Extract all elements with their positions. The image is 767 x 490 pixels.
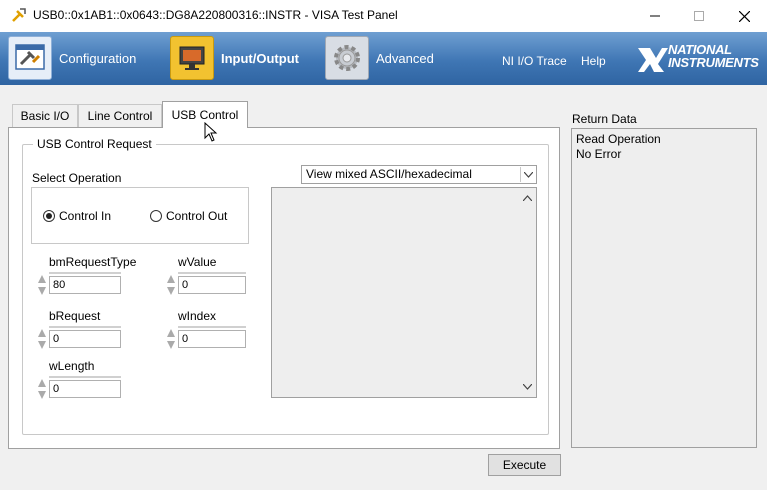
maximize-button[interactable] (676, 0, 722, 32)
group-title: USB Control Request (33, 137, 156, 151)
windex-spinner-icon[interactable] (166, 328, 176, 350)
brequest-label: bRequest (49, 309, 101, 323)
bmrequesttype-spinner-icon[interactable] (37, 274, 47, 296)
windex-label: wIndex (178, 309, 217, 323)
wvalue-label: wValue (178, 255, 217, 269)
wvalue-input[interactable]: 0 (178, 276, 246, 294)
view-mode-select[interactable]: View mixed ASCII/hexadecimal (301, 165, 537, 184)
monitor-icon (170, 36, 214, 80)
view-mode-value: View mixed ASCII/hexadecimal (306, 167, 472, 181)
radio-label: Control Out (166, 209, 228, 223)
label-underline (178, 272, 246, 274)
windex-input[interactable]: 0 (178, 330, 246, 348)
tab-label: Line Control (87, 109, 153, 123)
bmrequesttype-input[interactable]: 80 (49, 276, 121, 294)
radio-selected-icon (43, 210, 55, 222)
maximize-icon (694, 11, 704, 21)
ni-eagle-logo-icon (638, 48, 668, 72)
data-display-area[interactable] (271, 187, 537, 398)
scroll-up-icon[interactable] (520, 191, 534, 205)
configuration-label: Configuration (59, 50, 137, 66)
label-underline (49, 376, 121, 378)
input-output-button[interactable]: Input/Output (170, 35, 299, 81)
wlength-spinner-icon[interactable] (37, 378, 47, 400)
radio-control-in[interactable]: Control In (43, 209, 111, 223)
wvalue-spinner-icon[interactable] (166, 274, 176, 296)
minimize-button[interactable] (632, 0, 678, 32)
window-title: USB0::0x1AB1::0x0643::DG8A220800316::INS… (33, 8, 398, 22)
ni-io-trace-link[interactable]: NI I/O Trace (502, 54, 567, 68)
return-data-box: Read Operation No Error (571, 128, 757, 448)
wlength-label: wLength (49, 359, 95, 373)
execute-button[interactable]: Execute (488, 454, 561, 476)
minimize-icon (650, 15, 660, 17)
close-button[interactable] (721, 0, 767, 32)
brequest-spinner-icon[interactable] (37, 328, 47, 350)
chevron-down-icon (520, 167, 535, 182)
return-data-label: Return Data (572, 112, 637, 126)
label-underline (178, 326, 246, 328)
title-bar: USB0::0x1AB1::0x0643::DG8A220800316::INS… (0, 0, 767, 32)
execute-label: Execute (502, 458, 547, 472)
label-underline (49, 326, 121, 328)
tab-label: USB Control (171, 108, 239, 122)
return-data-line: No Error (576, 147, 622, 161)
return-data-line: Read Operation (576, 132, 661, 146)
configuration-button[interactable]: Configuration (8, 35, 136, 81)
gear-icon (325, 36, 369, 80)
radio-unselected-icon (150, 210, 162, 222)
brequest-input[interactable]: 0 (49, 330, 121, 348)
label-underline (49, 272, 121, 274)
advanced-label: Advanced (376, 50, 434, 66)
help-link[interactable]: Help (581, 54, 606, 68)
tab-basic-io[interactable]: Basic I/O (12, 104, 78, 127)
close-icon (738, 10, 750, 22)
bmrequesttype-label: bmRequestType (49, 255, 137, 269)
mouse-cursor-icon (204, 122, 218, 142)
wlength-input[interactable]: 0 (49, 380, 121, 398)
tab-line-control[interactable]: Line Control (78, 104, 162, 127)
scroll-down-icon[interactable] (520, 380, 534, 394)
tab-label: Basic I/O (20, 109, 70, 123)
radio-control-out[interactable]: Control Out (150, 209, 227, 223)
configuration-icon (8, 36, 52, 80)
select-operation-label: Select Operation (32, 171, 122, 185)
input-output-label: Input/Output (221, 50, 299, 66)
brand-text: NATIONAL INSTRUMENTS (668, 42, 759, 70)
national-instruments-logo: NATIONAL INSTRUMENTS (668, 43, 764, 69)
advanced-button[interactable]: Advanced (325, 35, 434, 81)
visa-app-icon (11, 7, 27, 23)
radio-label: Control In (59, 209, 112, 223)
